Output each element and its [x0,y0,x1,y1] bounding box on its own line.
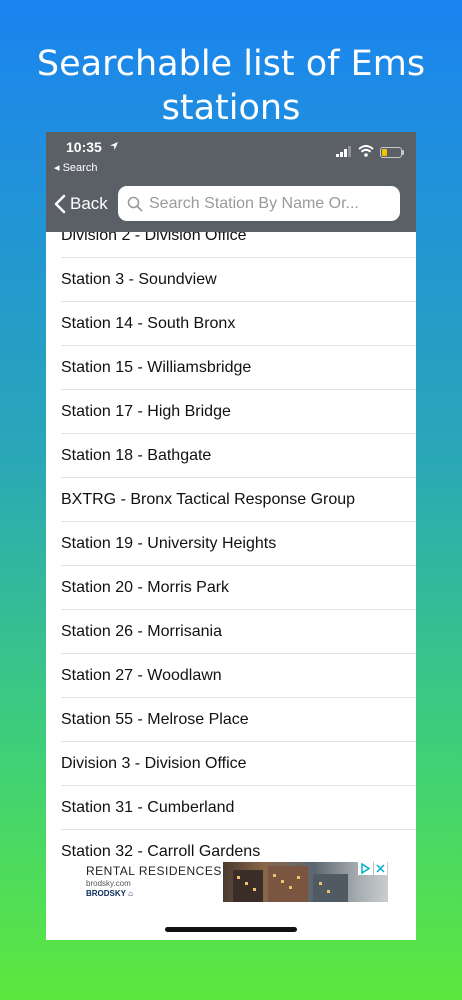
station-name: BXTRG - Bronx Tactical Response Group [61,490,356,508]
search-input[interactable] [149,194,385,213]
station-name: Station 18 - Bathgate [61,446,212,464]
list-item[interactable]: Station 55 - Melrose Place [61,698,416,742]
status-back-link[interactable]: ◂ Search [54,161,97,174]
station-name: Station 55 - Melrose Place [61,710,249,728]
search-box[interactable] [118,186,400,221]
ad-banner[interactable]: RENTAL RESIDENCES brodsky.com BRODSKY ⌂ [46,860,416,904]
promo-title-line1: Searchable list of Ems [36,44,426,84]
ad-url: brodsky.com [86,879,131,888]
ad-text[interactable]: RENTAL RESIDENCES brodsky.com BRODSKY ⌂ [86,864,222,898]
station-name: Division 3 - Division Office [61,754,247,772]
station-name: Station 31 - Cumberland [61,798,235,816]
navigation-bar: 10:35 ◂ Search Back [46,132,416,232]
station-list[interactable]: Division 2 - Division Office Station 3 - … [46,232,416,860]
list-item[interactable]: BXTRG - Bronx Tactical Response Group [61,478,416,522]
station-name: Division 2 - Division Office [61,232,247,244]
ad-headline: RENTAL RESIDENCES [86,864,222,878]
station-list-items: Division 2 - Division Office Station 3 - … [46,232,416,860]
battery-level [382,149,387,156]
back-label: Back [70,194,108,213]
back-button[interactable]: Back [54,190,108,218]
signal-icon [336,146,351,157]
list-item[interactable]: Station 19 - University Heights [61,522,416,566]
station-name: Station 32 - Carroll Gardens [61,842,261,860]
promo-title-line2: stations [161,88,301,128]
home-indicator[interactable] [165,927,297,932]
promo-title: Searchable list of Ems stations [0,42,462,130]
station-name: Station 15 - Williamsbridge [61,358,252,376]
list-item[interactable]: Station 14 - South Bronx [61,302,416,346]
station-name: Station 17 - High Bridge [61,402,231,420]
search-icon [127,196,143,211]
station-name: Station 19 - University Heights [61,534,277,552]
list-item[interactable]: Station 27 - Woodlawn [61,654,416,698]
ad-choices-icon[interactable] [358,862,373,875]
wifi-icon [358,145,374,157]
list-item[interactable]: Station 26 - Morrisania [61,610,416,654]
list-item[interactable]: Station 20 - Morris Park [61,566,416,610]
close-icon[interactable] [374,862,387,875]
list-item[interactable]: Division 3 - Division Office [61,742,416,786]
list-item[interactable]: Division 2 - Division Office [61,232,416,258]
ad-brand-logo: BRODSKY ⌂ [86,889,133,898]
station-name: Station 3 - Soundview [61,270,217,288]
list-item[interactable]: Station 15 - Williamsbridge [61,346,416,390]
location-arrow-icon [110,142,118,150]
battery-tip [402,150,404,155]
list-item[interactable]: Station 31 - Cumberland [61,786,416,830]
phone-screen: 10:35 ◂ Search Back Search Station By Na… [46,132,416,940]
battery-icon [380,147,402,158]
list-item[interactable]: Station 32 - Carroll Gardens [61,830,416,860]
chevron-left-icon [54,194,66,214]
station-name: Station 27 - Woodlawn [61,666,222,684]
list-item[interactable]: Station 17 - High Bridge [61,390,416,434]
list-item[interactable]: Station 3 - Soundview [61,258,416,302]
station-name: Station 20 - Morris Park [61,578,230,596]
station-name: Station 14 - South Bronx [61,314,236,332]
list-item[interactable]: Station 18 - Bathgate [61,434,416,478]
station-name: Station 26 - Morrisania [61,622,222,640]
status-time: 10:35 [66,139,102,155]
